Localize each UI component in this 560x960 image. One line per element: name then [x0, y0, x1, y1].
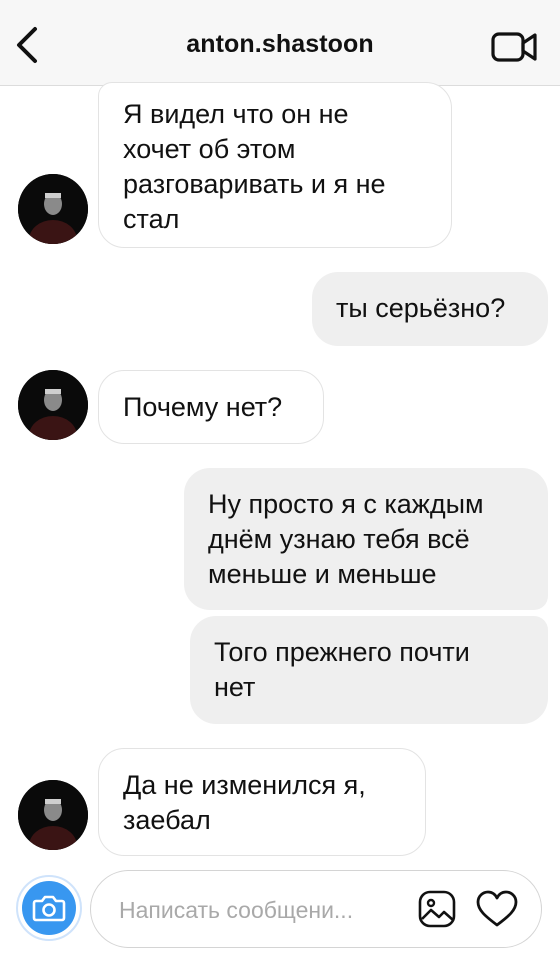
message-composer: [14, 870, 542, 950]
heart-icon: [476, 890, 518, 927]
camera-icon: [16, 875, 82, 941]
video-call-button[interactable]: [490, 28, 540, 66]
avatar-photo: [18, 370, 88, 440]
camera-button[interactable]: [14, 870, 84, 946]
message-input-container: [90, 870, 542, 948]
video-camera-icon: [491, 32, 537, 62]
chat-header: anton.shastoon: [0, 0, 560, 86]
direct-message-screen: anton.shastoon Я видел что он не хочет о…: [0, 0, 560, 960]
message-input[interactable]: [119, 893, 404, 927]
message-bubble-incoming[interactable]: Почему нет?: [98, 370, 324, 444]
message-bubble-incoming[interactable]: Да не изменился я, заебал: [98, 748, 426, 856]
avatar[interactable]: [18, 370, 88, 440]
gallery-icon: [418, 890, 456, 928]
avatar-photo: [18, 174, 88, 244]
avatar[interactable]: [18, 174, 88, 244]
chat-title[interactable]: anton.shastoon: [0, 30, 560, 59]
message-bubble-outgoing[interactable]: ты серьёзно?: [312, 272, 548, 346]
message-bubble-incoming[interactable]: Я видел что он не хочет об этом разговар…: [98, 82, 452, 248]
like-button[interactable]: [475, 889, 519, 929]
gallery-button[interactable]: [417, 889, 457, 929]
message-bubble-outgoing[interactable]: Того прежнего почти нет: [190, 616, 548, 724]
avatar[interactable]: [18, 780, 88, 850]
message-bubble-outgoing[interactable]: Ну просто я с каждым днём узнаю тебя всё…: [184, 468, 548, 610]
avatar-photo: [18, 780, 88, 850]
